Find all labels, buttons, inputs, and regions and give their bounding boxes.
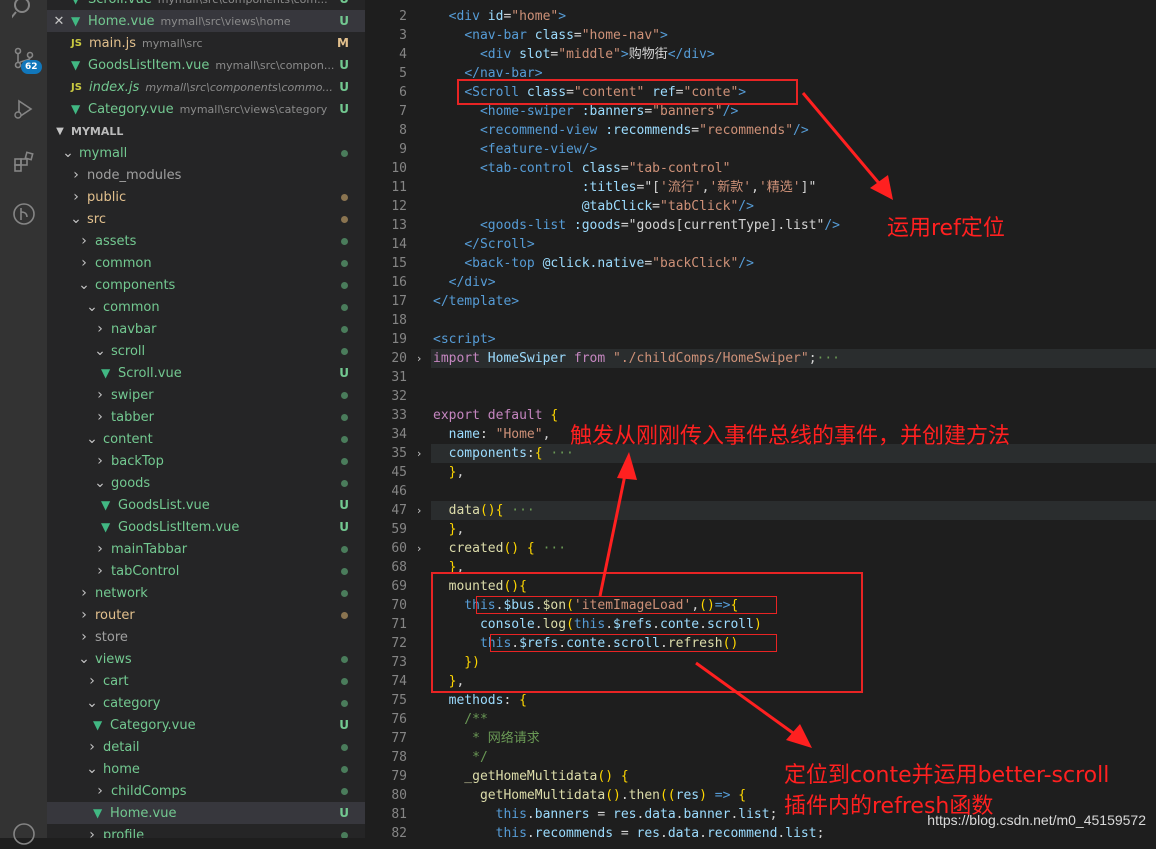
watermark: https://blog.csdn.net/m0_45159572 <box>927 812 1146 828</box>
annotation-bus: 触发从刚刚传入事件总线的事件，并创建方法 <box>570 424 1011 449</box>
annotation-refresh-line1: 定位到conte并运用better-scroll <box>784 763 1110 788</box>
annotation-ref: 运用ref定位 <box>887 216 1005 241</box>
